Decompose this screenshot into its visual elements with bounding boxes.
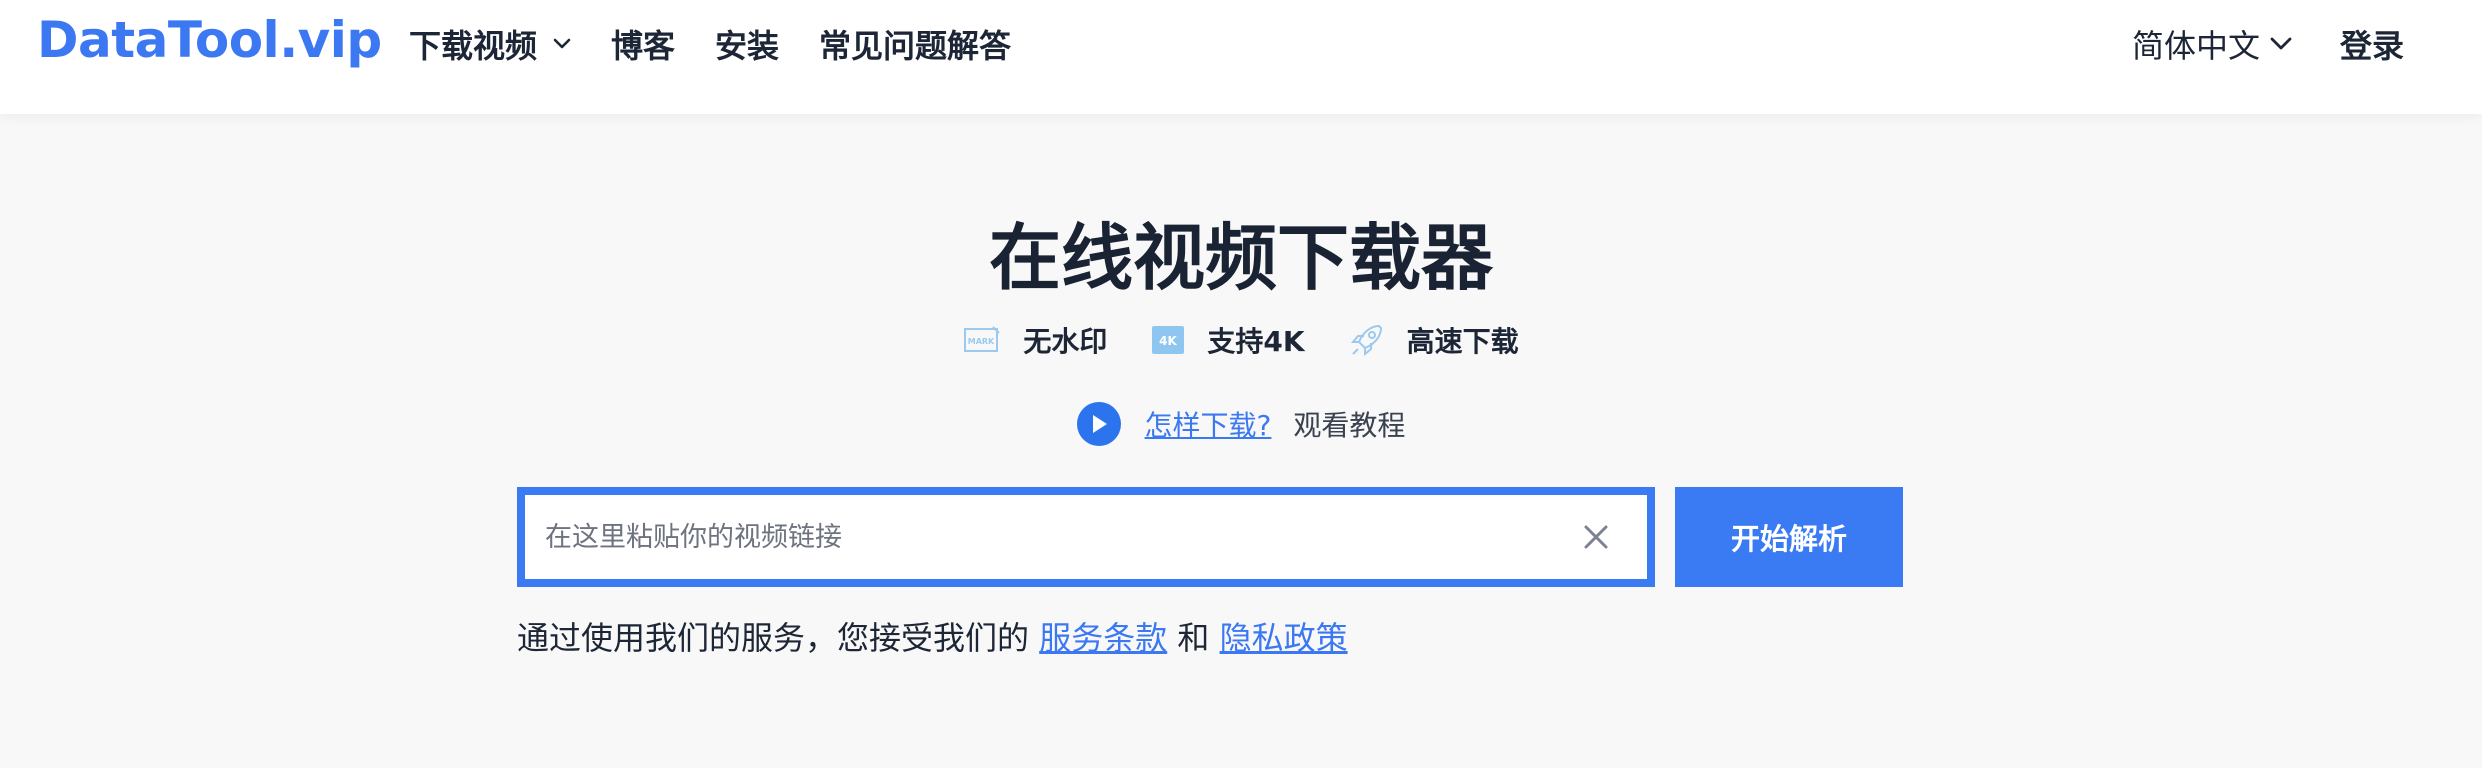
site-logo[interactable]: DataTool.vip	[37, 8, 382, 72]
video-url-input[interactable]	[545, 495, 1545, 579]
terms-prefix: 通过使用我们的服务，您接受我们的	[517, 619, 1040, 657]
chevron-down-icon	[2270, 37, 2292, 51]
site-header: DataTool.vip 下载视频 博客 安装 常见问题解答 简体中文 登录	[0, 0, 2482, 114]
svg-text:MARK: MARK	[968, 337, 995, 346]
feature-list: MARK 无水印 4K 支持4K 高速下载	[0, 318, 2482, 362]
nav-item-label: 安装	[715, 27, 780, 65]
4k-icon: 4K	[1152, 326, 1185, 354]
login-link[interactable]: 登录	[2340, 21, 2404, 67]
start-parse-button[interactable]: 开始解析	[1675, 487, 1903, 587]
feature-label: 高速下载	[1406, 325, 1519, 358]
nav-item-blog[interactable]: 博客	[611, 21, 675, 67]
nav-item-label: 下载视频	[409, 27, 538, 65]
no-watermark-icon: MARK	[964, 326, 1001, 352]
language-label: 简体中文	[2131, 27, 2260, 65]
language-selector[interactable]: 简体中文	[2132, 21, 2292, 67]
howto-row: 怎样下载? 观看教程	[0, 400, 2482, 448]
clear-icon[interactable]	[1581, 522, 1611, 552]
nav-item-install[interactable]: 安装	[715, 21, 779, 67]
nav-item-download-video[interactable]: 下载视频	[409, 21, 571, 67]
rocket-icon	[1350, 324, 1382, 357]
terms-of-service-link[interactable]: 服务条款	[1039, 619, 1167, 657]
nav-item-label: 常见问题解答	[819, 27, 1012, 65]
feature-4k: 4K 支持4K	[1151, 320, 1305, 360]
main-nav: 下载视频 博客 安装 常见问题解答	[409, 20, 1011, 68]
nav-item-label: 博客	[611, 27, 676, 65]
feature-no-watermark: MARK 无水印	[963, 320, 1107, 360]
feature-label: 无水印	[1023, 325, 1108, 358]
header-right: 简体中文 登录	[2132, 20, 2404, 68]
feature-high-speed: 高速下载	[1349, 320, 1519, 360]
url-input-box	[517, 487, 1655, 587]
terms-and: 和	[1167, 619, 1220, 657]
feature-label: 支持4K	[1207, 325, 1305, 358]
chevron-down-icon	[553, 38, 571, 50]
svg-text:4K: 4K	[1160, 334, 1178, 348]
watch-tutorial-text: 观看教程	[1293, 409, 1406, 442]
how-to-download-link[interactable]: 怎样下载?	[1145, 404, 1272, 444]
nav-item-faq[interactable]: 常见问题解答	[819, 21, 1011, 67]
page-title: 在线视频下载器	[988, 216, 1493, 300]
privacy-policy-link[interactable]: 隐私政策	[1220, 619, 1348, 657]
terms-notice: 通过使用我们的服务，您接受我们的 服务条款 和 隐私政策	[517, 614, 1348, 662]
play-icon[interactable]	[1076, 402, 1121, 446]
